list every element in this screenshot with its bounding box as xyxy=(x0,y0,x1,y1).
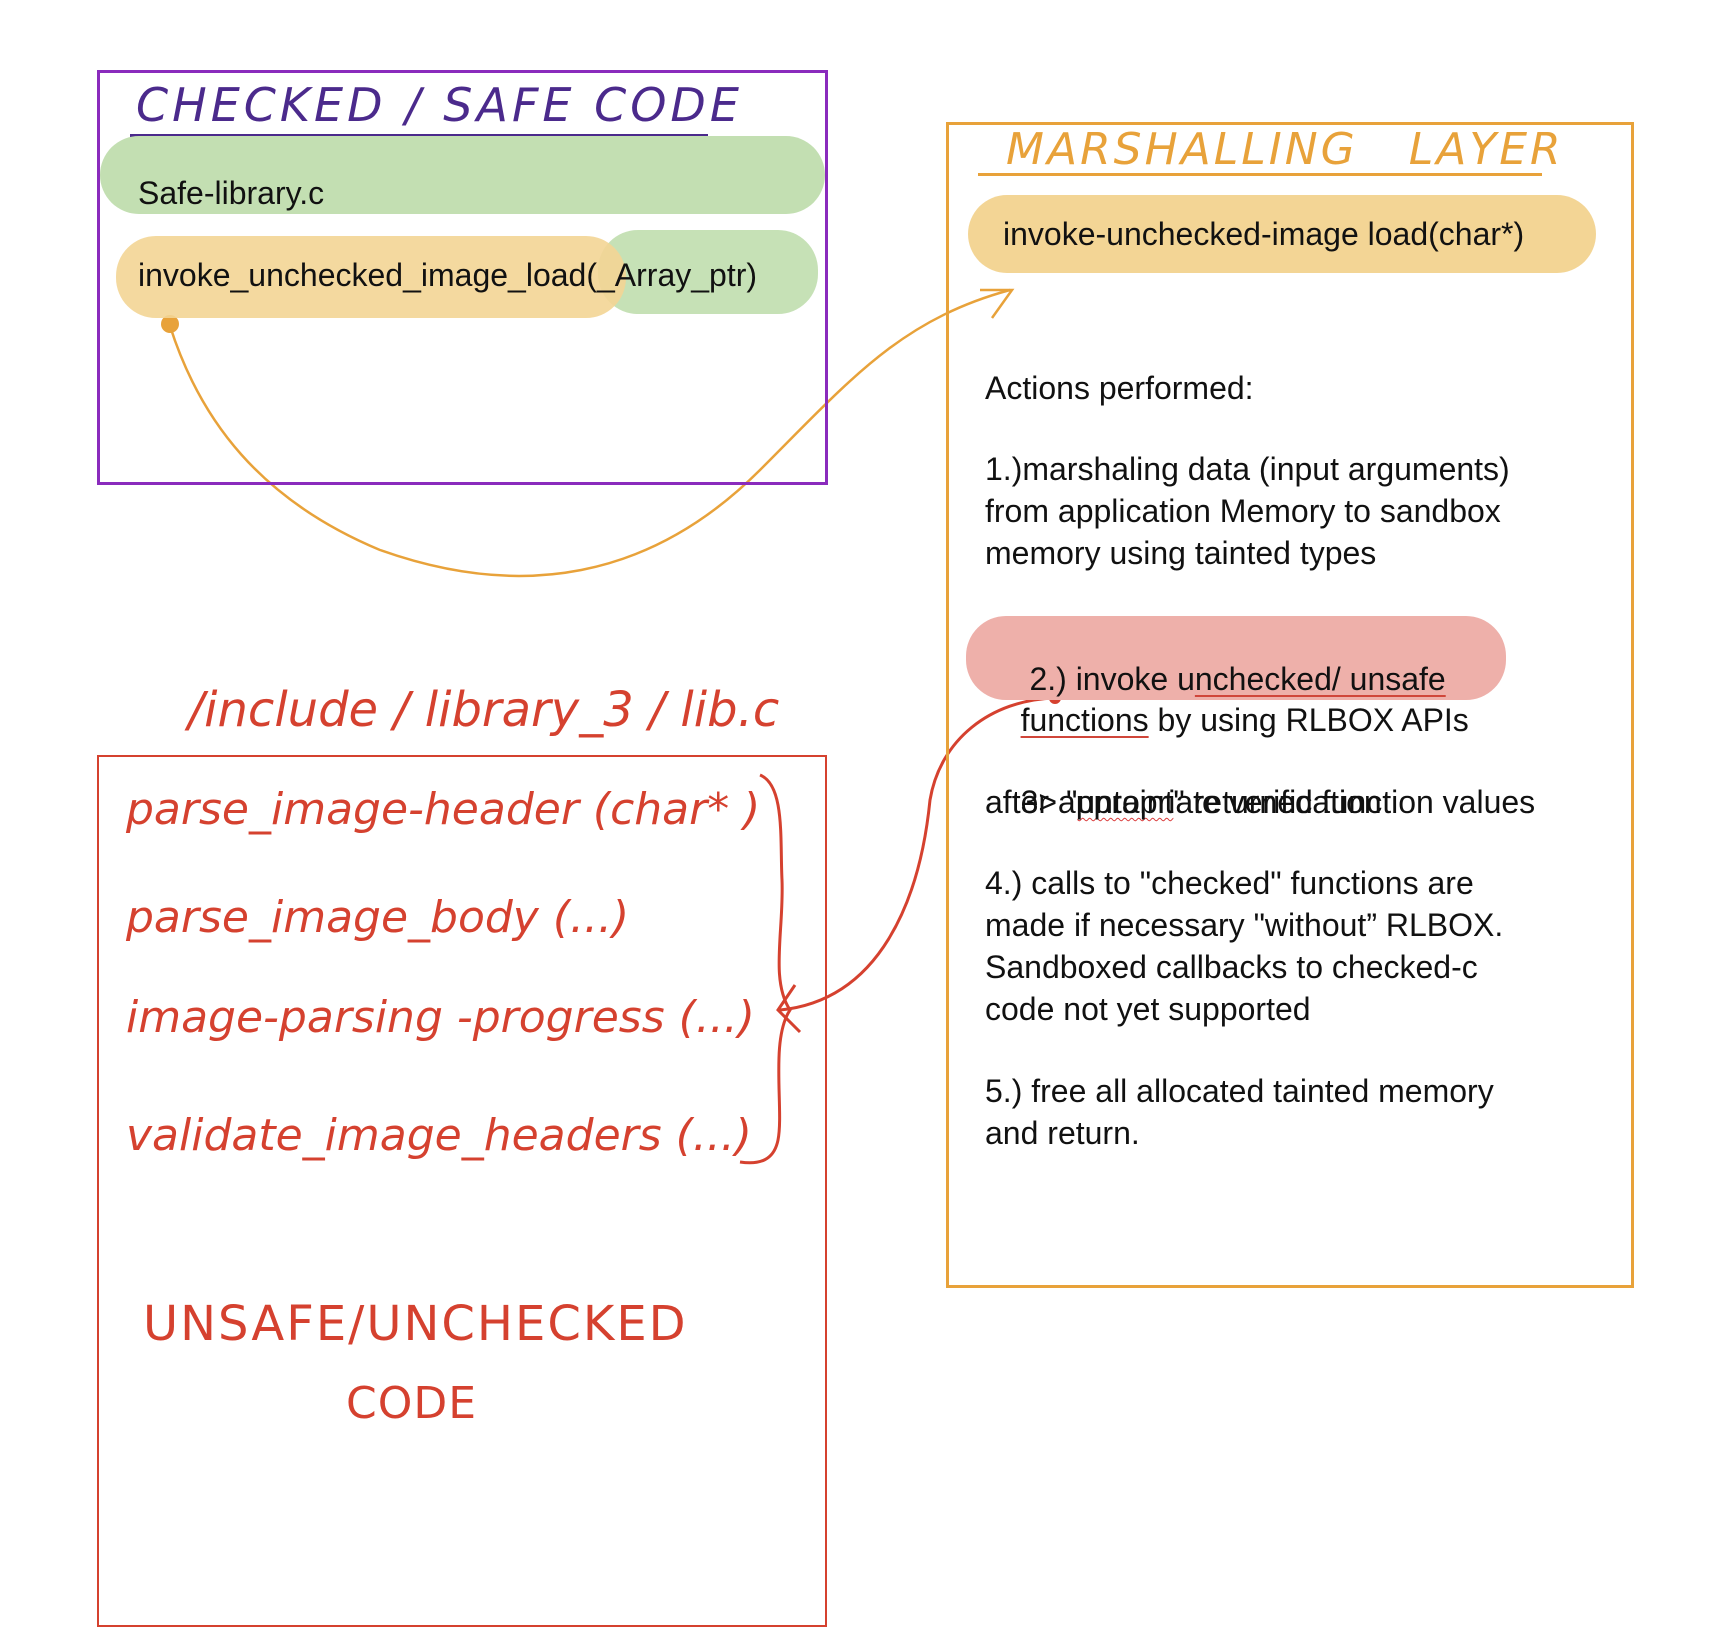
unsafe-function-1: parse_image-header (char* ) xyxy=(126,784,761,835)
action-step-4-line-2: made if necessary "without” RLBOX. xyxy=(985,907,1504,943)
checked-code-heading: CHECKED / SAFE CODE xyxy=(136,78,743,132)
marshalling-heading-underline xyxy=(978,173,1542,176)
action-step-1-line-2: from application Memory to sandbox xyxy=(985,493,1501,529)
invoke-call-args: (_Array_ptr) xyxy=(586,257,758,293)
actions-title: Actions performed: xyxy=(985,370,1254,406)
marshalling-layer-heading: MARSHALLING LAYER xyxy=(1006,124,1564,175)
unsafe-code-box xyxy=(97,755,827,1627)
action-step-4-line-3: Sandboxed callbacks to checked-c xyxy=(985,949,1478,985)
action-step-4-line-4: code not yet supported xyxy=(985,991,1311,1027)
unsafe-function-4: validate_image_headers (...) xyxy=(126,1110,752,1161)
step2-functions-word: functions xyxy=(1020,702,1149,738)
unsafe-library-path-label: /include / library_3 / lib.c xyxy=(188,682,780,738)
action-step-1-line-1: 1.)marshaling data (input arguments) xyxy=(985,451,1510,487)
marshal-function-label: invoke-unchecked-image load(char*) xyxy=(1003,216,1525,252)
action-step-3-line-2: after appropriate verification xyxy=(985,784,1382,820)
unsafe-caption-line-2: CODE xyxy=(346,1378,478,1429)
action-step-5-line-2: and return. xyxy=(985,1115,1140,1151)
action-step-1-line-3: memory using tainted types xyxy=(985,535,1377,571)
invoke-call-name: invoke_unchecked_image_load xyxy=(138,257,587,293)
safe-library-file-label: Safe-library.c xyxy=(138,175,325,211)
unsafe-caption-line-1: UNSAFE/UNCHECKED xyxy=(143,1296,688,1352)
step2-line2-rest: by using RLBOX APIs xyxy=(1148,702,1469,738)
unsafe-function-3: image-parsing -progress (...) xyxy=(126,992,755,1043)
action-step-5-line-1: 5.) free all allocated tainted memory xyxy=(985,1073,1494,1109)
action-step-4-line-1: 4.) calls to "checked" functions are xyxy=(985,865,1474,901)
diagram-canvas: CHECKED / SAFE CODE Safe-library.c invok… xyxy=(0,0,1722,1632)
unsafe-function-2: parse_image_body (...) xyxy=(126,892,630,943)
invoke-unchecked-call: invoke_unchecked_image_load(_Array_ptr) xyxy=(138,254,757,296)
